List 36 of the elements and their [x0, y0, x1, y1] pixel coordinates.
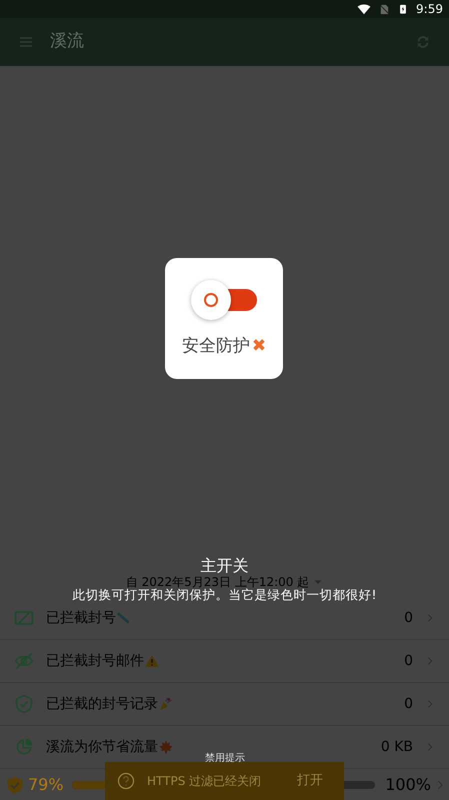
stats-value: 0	[404, 694, 413, 714]
chevron-right-icon	[425, 741, 435, 753]
max-percent: 100%	[385, 774, 431, 796]
app-title: 溪流	[50, 30, 84, 54]
stats-label: 已拦截封号	[46, 608, 116, 628]
eye-off-icon	[14, 651, 34, 671]
chevron-right-icon	[425, 612, 435, 624]
refresh-icon[interactable]	[415, 34, 431, 50]
status-mark: ✖	[252, 335, 266, 358]
tutorial-title: 主开关	[200, 558, 248, 574]
open-button[interactable]: 打开	[296, 770, 324, 792]
stats-value: 0 KB	[380, 738, 413, 756]
stats-label: 溪流为你节省流量	[46, 738, 158, 756]
chevron-right-icon	[425, 655, 435, 667]
help-icon	[117, 772, 135, 790]
status-time: 9:59	[416, 1, 443, 18]
blocked-screen-icon	[14, 608, 34, 628]
maple-leaf-icon	[158, 739, 174, 755]
party-popper-icon	[158, 696, 174, 712]
wifi-icon	[357, 2, 372, 16]
warning-icon	[144, 653, 160, 669]
stats-label: 已拦截的封号记录	[46, 694, 158, 714]
stats-value: 0	[404, 652, 413, 670]
pie-chart-icon	[14, 737, 34, 757]
no-sim-icon	[379, 2, 390, 16]
shield-check-icon	[6, 774, 24, 794]
shield-check-icon	[14, 694, 34, 714]
protection-label: 安全防护	[182, 335, 250, 358]
tutorial-description: 此切换可打开和关闭保护。当它是绿色时一切都很好!	[72, 587, 376, 604]
chevron-right-icon	[425, 698, 435, 710]
snackbar-message: HTTPS 过滤已经关闭	[147, 773, 262, 790]
stats-value: 0	[404, 608, 413, 628]
snackbar-caption: 禁用提示	[204, 752, 246, 766]
stats-label: 已拦截封号邮件	[46, 652, 144, 670]
score-percent: 79%	[28, 774, 64, 796]
protection-switch[interactable]	[191, 280, 257, 320]
